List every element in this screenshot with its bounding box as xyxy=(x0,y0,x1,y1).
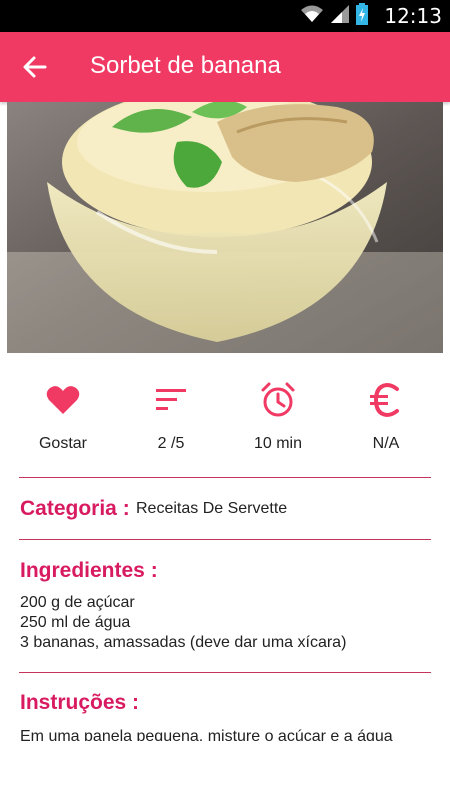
heart-icon xyxy=(46,386,80,414)
price-stat: N/A xyxy=(336,375,436,453)
price-label: N/A xyxy=(372,435,400,452)
time-label: 10 min xyxy=(253,435,303,452)
category-heading: Categoria : xyxy=(20,497,130,520)
arrow-left-icon xyxy=(23,56,47,78)
instructions-heading: Instruções : xyxy=(20,691,140,714)
status-icons xyxy=(300,2,368,29)
euro-icon xyxy=(370,382,399,418)
status-clock: 12:13 xyxy=(384,4,442,28)
time-stat: 10 min xyxy=(228,375,328,453)
ingredients-heading: Ingredientes : xyxy=(20,559,158,582)
back-button[interactable] xyxy=(20,52,50,82)
page-title: Sorbet de banana xyxy=(90,52,281,79)
divider xyxy=(19,672,431,673)
difficulty-label: 2 /5 xyxy=(157,435,185,452)
like-button[interactable]: Gostar xyxy=(13,375,113,453)
ingredient-item: 250 ml de água xyxy=(20,614,131,631)
app-bar: Sorbet de banana xyxy=(0,32,450,102)
status-bar: 12:13 xyxy=(0,0,450,32)
signal-icon xyxy=(330,4,350,29)
divider xyxy=(19,477,431,478)
recipe-image xyxy=(7,102,443,353)
ingredients-list: 200 g de açúcar 250 ml de água 3 bananas… xyxy=(20,593,346,653)
battery-charging-icon xyxy=(356,2,368,30)
recipe-stats: Gostar 2 /5 10 min N/A xyxy=(0,375,450,465)
ingredient-item: 200 g de açúcar xyxy=(20,594,135,611)
ingredient-item: 3 bananas, amassadas (deve dar uma xícar… xyxy=(20,634,347,651)
like-label: Gostar xyxy=(38,435,87,452)
category-value[interactable]: Receitas De Servette xyxy=(136,500,287,518)
divider xyxy=(19,539,431,540)
instructions-text: Em uma panela pequena, misture o açúcar … xyxy=(20,728,393,741)
alarm-clock-icon xyxy=(261,382,295,417)
wifi-icon xyxy=(300,4,324,29)
difficulty-stat: 2 /5 xyxy=(121,375,221,453)
instructions-viewport: Em uma panela pequena, misture o açúcar … xyxy=(20,727,440,741)
sort-lines-icon xyxy=(156,389,186,410)
